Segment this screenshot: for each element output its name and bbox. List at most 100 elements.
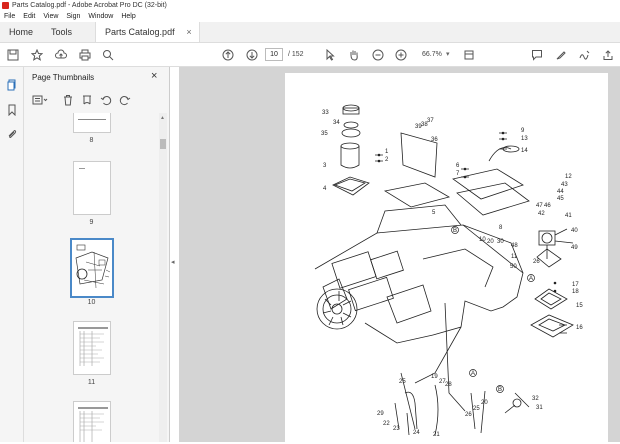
acrobat-icon [2, 2, 9, 9]
callout-label: 45 [557, 196, 564, 202]
page-total: / 152 [288, 51, 304, 58]
callout-label: 25 [473, 406, 480, 412]
next-page-icon[interactable] [245, 48, 259, 62]
circle-label: A [471, 371, 475, 377]
close-tab-icon[interactable]: × [186, 27, 191, 37]
callout-label: 18 [572, 289, 579, 295]
callout-label: 6 [456, 163, 460, 169]
page-thumbnails-icon[interactable] [6, 79, 18, 91]
callout-label: 14 [521, 148, 528, 154]
scrollbar-thumb[interactable] [160, 139, 166, 149]
navigation-rail [0, 67, 24, 442]
zoom-in-icon[interactable] [394, 48, 408, 62]
thumbnail-page-11[interactable] [73, 321, 111, 375]
callout-label: 33 [322, 110, 329, 116]
bookmark-star-icon[interactable] [30, 48, 44, 62]
cloud-upload-icon[interactable] [54, 48, 68, 62]
callout-label: 11 [511, 254, 518, 260]
zoom-level[interactable]: 66.7% [422, 51, 442, 58]
callout-label: 3 [323, 163, 327, 169]
thumbnail-label: 8 [89, 137, 94, 144]
callout-label: 7 [456, 171, 460, 177]
print-icon[interactable] [78, 48, 92, 62]
rotate-clockwise-icon[interactable] [118, 93, 132, 107]
sign-icon[interactable] [578, 48, 592, 62]
tab-tools[interactable]: Tools [42, 22, 81, 42]
bookmark-icon[interactable] [6, 104, 18, 116]
callout-label: 25 [399, 379, 406, 385]
callout-label: 15 [576, 303, 583, 309]
thumbnail-page-9[interactable] [73, 161, 111, 215]
attachment-icon[interactable] [6, 128, 18, 140]
page-number-input[interactable]: 10 [265, 48, 283, 61]
thumbnail-options-icon[interactable] [30, 93, 50, 107]
callout-label: 43 [561, 182, 568, 188]
menu-bar: File Edit View Sign Window Help [0, 11, 620, 22]
callout-label: 29 [377, 411, 384, 417]
callout-label: 42 [538, 211, 545, 217]
callout-label: 50 [510, 264, 517, 270]
hand-tool-icon[interactable] [347, 48, 361, 62]
scroll-up-arrow-icon[interactable]: ▲ [160, 115, 165, 121]
menu-view[interactable]: View [43, 13, 58, 20]
fit-page-icon[interactable] [462, 48, 476, 62]
comment-icon[interactable] [530, 48, 544, 62]
extract-page-icon[interactable] [80, 93, 94, 107]
callout-label: 28 [445, 382, 452, 388]
previous-page-icon[interactable] [221, 48, 235, 62]
panel-title: Page Thumbnails [32, 73, 95, 82]
circle-label: B [453, 228, 457, 234]
thumbnail-scrollbar[interactable]: ▲ [159, 113, 167, 442]
menu-file[interactable]: File [4, 13, 15, 20]
callout-label: 34 [333, 120, 340, 126]
thumbnail-page-8[interactable] [73, 113, 111, 133]
close-icon[interactable]: × [151, 70, 157, 82]
delete-icon[interactable] [61, 93, 75, 107]
callout-label: 1 [385, 149, 389, 155]
menu-help[interactable]: Help [121, 13, 135, 20]
window-title: Parts Catalog.pdf - Adobe Acrobat Pro DC… [12, 2, 167, 9]
callout-label: 36 [431, 137, 438, 143]
callout-label: 16 [576, 325, 583, 331]
menu-window[interactable]: Window [88, 13, 113, 20]
document-view[interactable]: B A A B 33 34 35 1 2 3 4 36 37 38 39 5 6… [179, 67, 620, 442]
search-icon[interactable] [101, 48, 115, 62]
callout-label: 24 [413, 430, 420, 436]
callout-label: 13 [521, 136, 528, 142]
collapse-panel-icon[interactable]: ◂ [171, 258, 175, 266]
callout-label: 32 [532, 396, 539, 402]
callout-label: 20 [487, 239, 494, 245]
thumbnail-label: 11 [87, 379, 96, 386]
zoom-out-icon[interactable] [371, 48, 385, 62]
callout-label: 26 [465, 412, 472, 418]
circle-label: A [529, 276, 533, 282]
rotate-counterclockwise-icon[interactable] [99, 93, 113, 107]
callout-label: 39 [415, 124, 422, 130]
callout-label: 44 [557, 189, 564, 195]
callout-label: 5 [432, 210, 436, 216]
select-cursor-icon[interactable] [323, 48, 337, 62]
thumbnail-page-12[interactable] [73, 401, 111, 442]
callout-label: 22 [383, 421, 390, 427]
tab-document[interactable]: Parts Catalog.pdf × [95, 22, 200, 42]
share-icon[interactable] [601, 48, 615, 62]
callout-label: 35 [321, 131, 328, 137]
thumbnail-list: 8 9 10 11 [24, 113, 159, 442]
callout-label: 49 [571, 245, 578, 251]
chevron-down-icon[interactable]: ▾ [446, 50, 450, 58]
menu-sign[interactable]: Sign [66, 13, 80, 20]
title-bar: Parts Catalog.pdf - Adobe Acrobat Pro DC… [0, 0, 620, 11]
tab-home[interactable]: Home [0, 22, 42, 42]
menu-edit[interactable]: Edit [23, 13, 35, 20]
callout-label: 41 [565, 213, 572, 219]
callout-label: 30 [497, 239, 504, 245]
thumbnail-label: 10 [87, 299, 96, 306]
callout-label: 8 [499, 225, 503, 231]
callout-label: 17 [572, 282, 579, 288]
save-icon[interactable] [6, 48, 20, 62]
callout-label: 38 [421, 122, 428, 128]
callout-label: 37 [427, 118, 434, 124]
highlight-pen-icon[interactable] [554, 48, 568, 62]
thumbnail-page-10[interactable] [70, 238, 114, 298]
callout-label: 47 [536, 203, 543, 209]
